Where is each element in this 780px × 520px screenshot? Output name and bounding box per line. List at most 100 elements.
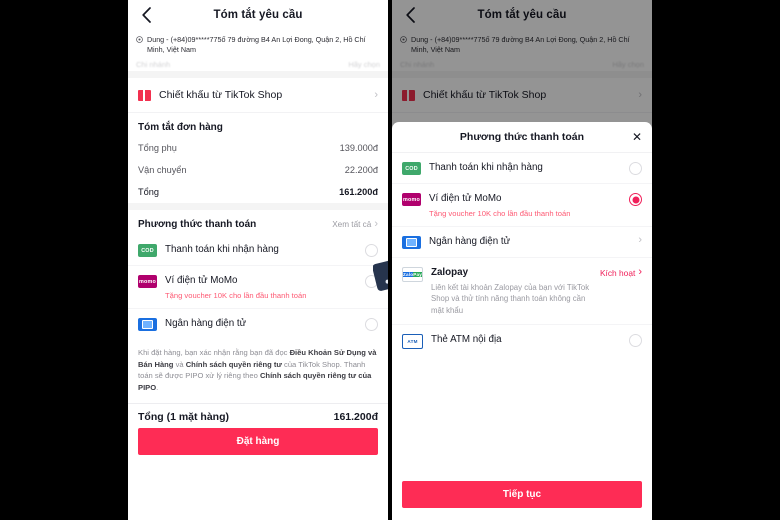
subtotal-value: 139.000đ bbox=[339, 143, 378, 154]
chevron-right-icon: › bbox=[374, 88, 378, 101]
payment-method-sheet: Phương thức thanh toán ✕ COD Thanh toán … bbox=[392, 122, 652, 520]
payment-method-bank[interactable]: Ngân hàng điện tử bbox=[128, 308, 388, 340]
sheet-title: Phương thức thanh toán bbox=[459, 131, 585, 143]
order-summary-title: Tóm tắt đơn hàng bbox=[128, 113, 388, 138]
payment-method-momo[interactable]: momo Ví điện tử MoMo Tặng voucher 10K ch… bbox=[128, 265, 388, 309]
summary-row-subtotal: Tổng phụ 139.000đ bbox=[128, 137, 388, 160]
summary-row-total: Tổng 161.200đ bbox=[128, 181, 388, 204]
terms-p4: . bbox=[156, 382, 159, 392]
coupon-icon bbox=[138, 89, 151, 101]
momo-radio[interactable] bbox=[365, 275, 378, 289]
sheet-body: COD Thanh toán khi nhận hàng momo Ví điệ… bbox=[392, 153, 652, 481]
screenshot-stage: Tóm tắt yêu cầu Dung - (+84)09*****775ố … bbox=[0, 0, 780, 520]
branch-label: Chi nhánh bbox=[136, 60, 171, 70]
bank-label: Ngân hàng điện tử bbox=[165, 318, 247, 330]
atm-radio[interactable] bbox=[629, 333, 642, 347]
bank-label: Ngân hàng điện tử bbox=[429, 236, 511, 247]
zalopay-activate-label: Kích hoạt bbox=[599, 267, 636, 278]
payment-method-cod[interactable]: COD Thanh toán khi nhận hàng bbox=[128, 235, 388, 266]
zalopay-activate-button[interactable]: Kích hoạt › bbox=[600, 267, 642, 278]
chevron-right-icon: › bbox=[638, 234, 642, 246]
left-phone-screen: Tóm tắt yêu cầu Dung - (+84)09*****775ố … bbox=[128, 0, 388, 520]
cod-icon-text: COD bbox=[141, 247, 154, 254]
terms-p2: và bbox=[173, 359, 186, 369]
payment-method-atm[interactable]: ATM Thẻ ATM nội địa bbox=[392, 323, 652, 357]
sheet-footer: Tiếp tục bbox=[392, 481, 652, 520]
back-button[interactable] bbox=[136, 5, 156, 25]
atm-icon-text: ATM bbox=[407, 338, 418, 344]
terms-text: Khi đặt hàng, bạn xác nhận rằng bạn đã đ… bbox=[128, 339, 388, 403]
section-gap-2 bbox=[128, 203, 388, 211]
terms-p1: Khi đặt hàng, bạn xác nhận rằng bạn đã đ… bbox=[138, 348, 290, 358]
momo-label: Ví điện tử MoMo bbox=[165, 275, 238, 287]
summary-row-shipping: Vận chuyển 22.200đ bbox=[128, 159, 388, 182]
bank-radio[interactable] bbox=[365, 318, 378, 332]
chevron-right-icon: › bbox=[638, 266, 642, 278]
view-all-label: Xem tất cả bbox=[332, 220, 372, 230]
subtotal-label: Tổng phụ bbox=[138, 143, 177, 154]
cod-main: Thanh toán khi nhận hàng bbox=[429, 161, 621, 175]
discount-label: Chiết khấu từ TikTok Shop bbox=[159, 89, 283, 102]
payment-method-cod[interactable]: COD Thanh toán khi nhận hàng bbox=[392, 153, 652, 183]
cod-main: Thanh toán khi nhận hàng bbox=[165, 243, 357, 257]
branch-value: Hãy chọn bbox=[348, 60, 380, 70]
payment-section-header: Phương thức thanh toán Xem tất cả › bbox=[128, 210, 388, 236]
zalopay-icon: Zalo Pay bbox=[402, 267, 423, 282]
page-title: Tóm tắt yêu cầu bbox=[213, 9, 303, 21]
close-icon[interactable]: ✕ bbox=[632, 131, 642, 143]
bottom-total-label: Tổng (1 mặt hàng) bbox=[138, 411, 229, 423]
bottom-total-bar: Tổng (1 mặt hàng) 161.200đ bbox=[128, 404, 388, 428]
cod-label: Thanh toán khi nhận hàng bbox=[165, 244, 279, 256]
cod-label: Thanh toán khi nhận hàng bbox=[429, 162, 543, 173]
left-topbar: Tóm tắt yêu cầu bbox=[128, 0, 388, 30]
discount-row[interactable]: Chiết khấu từ TikTok Shop › bbox=[128, 78, 388, 114]
zalopay-icon-text-2: Pay bbox=[413, 272, 423, 277]
address-text: Dung - (+84)09*****775ố 79 đường B4 An L… bbox=[147, 35, 366, 55]
momo-promo-text: Tặng voucher 10K cho lần đầu thanh toán bbox=[165, 291, 307, 301]
atm-label: Thẻ ATM nội địa bbox=[431, 333, 502, 345]
momo-icon: momo bbox=[138, 275, 157, 289]
cod-icon: COD bbox=[138, 244, 157, 258]
momo-promo-text: Tặng voucher 10K cho lần đầu thanh toán bbox=[429, 209, 571, 218]
cod-radio[interactable] bbox=[365, 244, 378, 258]
payment-method-zalopay[interactable]: Zalo Pay Zalopay Liên kết tài khoản Zalo… bbox=[392, 257, 652, 324]
section-gap bbox=[128, 71, 388, 79]
branch-row-faded[interactable]: Chi nhánh Hãy chọn bbox=[136, 58, 380, 71]
momo-icon: momo bbox=[402, 193, 421, 206]
total-value: 161.200đ bbox=[339, 187, 378, 198]
place-order-button[interactable]: Đặt hàng bbox=[138, 428, 378, 455]
momo-main: Ví điện tử MoMo Tặng voucher 10K cho lần… bbox=[165, 274, 357, 300]
zalopay-main: Zalopay Liên kết tài khoản Zalopay của b… bbox=[431, 266, 592, 316]
continue-button[interactable]: Tiếp tục bbox=[402, 481, 642, 508]
bottom-total-value: 161.200đ bbox=[333, 411, 378, 423]
bank-icon bbox=[402, 236, 421, 249]
payment-method-bank[interactable]: Ngân hàng điện tử › bbox=[392, 226, 652, 257]
zalopay-description: Liên kết tài khoản Zalopay của bạn với T… bbox=[431, 283, 590, 315]
total-label: Tổng bbox=[138, 187, 159, 198]
momo-main: Ví điện tử MoMo Tặng voucher 10K cho lần… bbox=[429, 192, 621, 218]
cod-icon: COD bbox=[402, 162, 421, 175]
location-pin-icon bbox=[136, 36, 143, 43]
momo-label: Ví điện tử MoMo bbox=[429, 193, 502, 204]
delivery-address[interactable]: Dung - (+84)09*****775ố 79 đường B4 An L… bbox=[128, 30, 388, 59]
atm-icon: ATM bbox=[402, 333, 423, 349]
bank-main: Ngân hàng điện tử bbox=[165, 317, 357, 331]
momo-icon-text: momo bbox=[139, 278, 156, 285]
view-all-payments-button[interactable]: Xem tất cả › bbox=[332, 219, 378, 230]
chevron-right-icon: › bbox=[374, 218, 378, 231]
right-phone-screen: Tóm tắt yêu cầu Dung - (+84)09*****775ố … bbox=[392, 0, 652, 520]
chevron-left-icon bbox=[141, 7, 151, 23]
shipping-label: Vận chuyển bbox=[138, 165, 187, 176]
atm-main: Thẻ ATM nội địa bbox=[431, 333, 621, 347]
bank-icon bbox=[138, 318, 157, 332]
payment-method-momo[interactable]: momo Ví điện tử MoMo Tặng voucher 10K ch… bbox=[392, 183, 652, 226]
cod-radio[interactable] bbox=[629, 162, 642, 175]
terms-link-2[interactable]: Chính sách quyền riêng tư bbox=[186, 360, 282, 369]
payment-section-title: Phương thức thanh toán bbox=[138, 219, 257, 231]
zalopay-icon-text-1: Zalo bbox=[402, 272, 414, 277]
zalopay-label: Zalopay bbox=[431, 267, 469, 278]
momo-icon-text: momo bbox=[403, 196, 420, 203]
momo-radio-selected[interactable] bbox=[629, 193, 642, 206]
shipping-value: 22.200đ bbox=[344, 165, 378, 176]
bank-main: Ngân hàng điện tử bbox=[429, 235, 630, 249]
